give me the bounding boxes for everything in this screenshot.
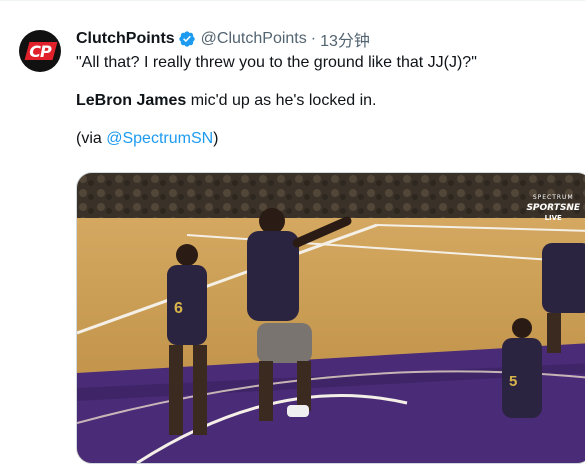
credit-link[interactable]: @SpectrumSN (106, 130, 213, 147)
timestamp[interactable]: 13分钟 (320, 27, 370, 51)
tweet-body: ClutchPoints @ClutchPoints · 13分钟 "All t… (76, 28, 576, 149)
video-frame: 6 5 (77, 173, 585, 463)
divider (0, 0, 585, 1)
player-name: LeBron James (76, 92, 187, 109)
verified-badge-icon (178, 31, 195, 47)
credit-suffix: ) (213, 130, 219, 147)
tweet-credit: (via @SpectrumSN) (76, 129, 576, 149)
svg-text:6: 6 (174, 300, 183, 317)
broadcast-watermark: SPECTRUM SPORTSNE LIVE (526, 193, 580, 223)
tweet-line-2: LeBron James mic'd up as he's locked in. (76, 91, 576, 111)
separator-dot: · (310, 30, 317, 47)
tweet-header: ClutchPoints @ClutchPoints · 13分钟 (76, 28, 576, 50)
watermark-mid: SPORTSNE (526, 203, 580, 213)
avatar[interactable]: CP (19, 30, 61, 72)
video-player[interactable]: 6 5 SPECTRUM SPORTSNE LIVE (76, 172, 585, 464)
tweet-line-2-rest: mic'd up as he's locked in. (186, 92, 377, 109)
svg-text:5: 5 (509, 373, 517, 390)
watermark-top: SPECTRUM (532, 194, 574, 201)
credit-prefix: (via (76, 130, 107, 147)
watermark-bot: LIVE (544, 214, 562, 222)
avatar-logo-text: CP (29, 41, 51, 61)
author-handle[interactable]: @ClutchPoints (201, 30, 307, 48)
author-name[interactable]: ClutchPoints (76, 30, 175, 48)
tweet-quote: "All that? I really threw you to the gro… (76, 54, 477, 71)
